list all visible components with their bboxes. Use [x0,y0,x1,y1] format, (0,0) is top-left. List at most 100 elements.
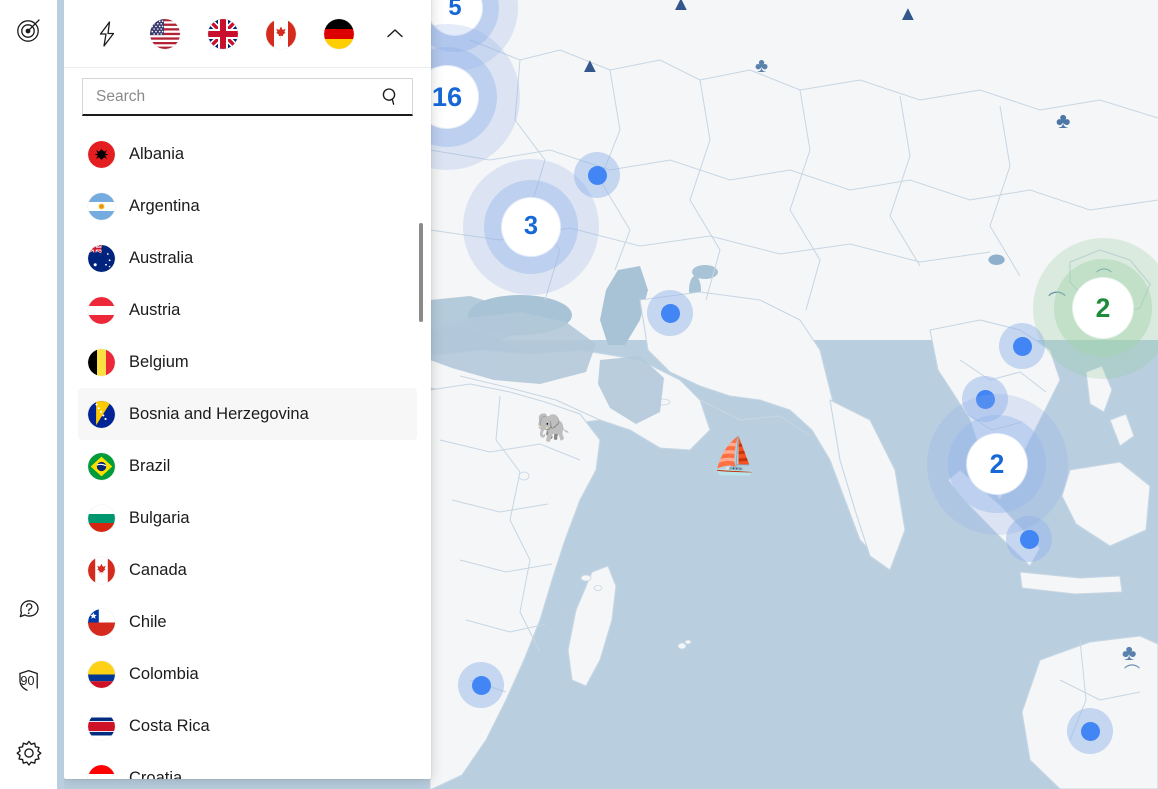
tree-icon: ♣ [1122,642,1136,664]
tree-icon: ♣ [1056,110,1070,132]
country-list-item[interactable]: Canada [78,544,417,596]
country-list-item[interactable]: Albania [78,128,417,180]
map-pin-marker[interactable] [458,662,504,708]
country-list-item[interactable]: Colombia [78,648,417,700]
flag-gb-icon [208,19,238,49]
flag-hr-icon [88,765,115,780]
country-list[interactable]: Albania Argentina Australia Austria Belgium B… [64,116,431,779]
flag-al-icon [88,141,115,168]
flag-us-icon [150,19,180,49]
search-icon[interactable] [381,87,412,106]
flag-co-icon [88,661,115,688]
country-list-item[interactable]: Belgium [78,336,417,388]
country-name: Albania [129,145,184,164]
elephant-icon: 🐘 [536,414,571,442]
country-list-item[interactable]: Bulgaria [78,492,417,544]
country-list-item[interactable]: Austria [78,284,417,336]
cluster-count: 16 [432,81,462,113]
search-input[interactable] [83,88,381,106]
pine-tree-icon: ▲ [898,4,918,24]
country-name: Brazil [129,457,170,476]
country-name: Australia [129,249,193,268]
help-icon[interactable] [7,587,51,631]
country-name: Argentina [129,197,200,216]
rail-bottom-group: 90 [7,587,51,789]
quick-item-united-states[interactable] [136,9,194,59]
map-pin-marker[interactable] [647,290,693,336]
cluster-core: 2 [967,434,1027,494]
quick-item-germany[interactable] [310,9,368,59]
flag-cl-icon [88,609,115,636]
country-name: Bulgaria [129,509,190,528]
map-cluster-marker[interactable]: 3 [463,159,599,295]
map-pin-marker[interactable] [1067,708,1113,754]
country-name: Bosnia and Herzegovina [129,405,309,424]
flag-be-icon [88,349,115,376]
shield-icon[interactable]: 90 [7,659,51,703]
marker-dot [588,166,607,185]
country-picker-panel: Albania Argentina Australia Austria Belgium B… [64,0,431,779]
rail-top-group [7,8,51,52]
country-list-item[interactable]: Brazil [78,440,417,492]
search-section [64,68,431,116]
country-name: Chile [129,613,167,632]
marker-dot [1020,530,1039,549]
quick-connect-bar [64,0,431,68]
country-list-scrollbar-thumb[interactable] [419,223,423,322]
country-name: Croatia [129,769,182,780]
cluster-count: 5 [448,0,461,22]
flag-cr-icon [88,713,115,740]
country-name: Belgium [129,353,189,372]
country-list-item[interactable]: Australia [78,232,417,284]
app-root: ▲ ▲ ▲ ♣ ♣ ⬬ ⌒ ⌒ 🐘 ⛵ ♣ ⌒ 516322 [0,0,1158,789]
cluster-count: 2 [990,449,1005,480]
target-icon[interactable] [7,8,51,52]
quick-item-united-kingdom[interactable] [194,9,252,59]
country-name: Canada [129,561,187,580]
marker-dot [661,304,680,323]
sailboat-icon: ⛵ [712,438,757,474]
flag-ca-icon [266,19,296,49]
cluster-core: 3 [502,198,560,256]
pine-tree-icon: ▲ [671,0,691,14]
flag-de-icon [324,19,354,49]
country-list-item[interactable]: Argentina [78,180,417,232]
flag-ar-icon [88,193,115,220]
flag-at-icon [88,297,115,324]
country-name: Austria [129,301,180,320]
collapse-button[interactable] [373,9,417,59]
country-list-item[interactable]: Costa Rica [78,700,417,752]
cluster-count: 2 [1096,293,1111,324]
gear-icon[interactable] [7,731,51,775]
marker-dot [1081,722,1100,741]
map-cluster-marker[interactable]: 2 [927,394,1068,535]
chevron-up-icon [384,23,406,45]
search-box[interactable] [82,78,413,116]
left-rail: 90 [0,0,57,789]
quick-item-canada[interactable] [252,9,310,59]
country-list-scrollbar-track [419,58,423,718]
country-list-item[interactable]: Chile [78,596,417,648]
panda-icon: ⬬ [988,250,1005,270]
pine-tree-icon: ▲ [580,56,600,76]
flag-br-icon [88,453,115,480]
quick-item-fastest[interactable] [78,9,136,59]
cluster-count: 3 [524,212,538,241]
tree-icon: ♣ [755,56,768,76]
flag-au-icon [88,245,115,272]
bush-icon: ⌒ [1124,666,1140,682]
flag-ca-icon [88,557,115,584]
country-name: Colombia [129,665,199,684]
flag-ba-icon [88,401,115,428]
country-list-item[interactable]: Croatia [78,752,417,779]
country-name: Costa Rica [129,717,210,736]
shield-badge-value: 90 [21,674,35,688]
country-list-item[interactable]: Bosnia and Herzegovina [78,388,417,440]
country-rows: Albania Argentina Australia Austria Belgium B… [78,128,417,779]
lightning-icon [95,20,119,48]
rail-map-strip [57,0,64,789]
marker-dot [472,676,491,695]
flag-bg-icon [88,505,115,532]
marker-dot [1013,337,1032,356]
cluster-core: 2 [1073,278,1133,338]
